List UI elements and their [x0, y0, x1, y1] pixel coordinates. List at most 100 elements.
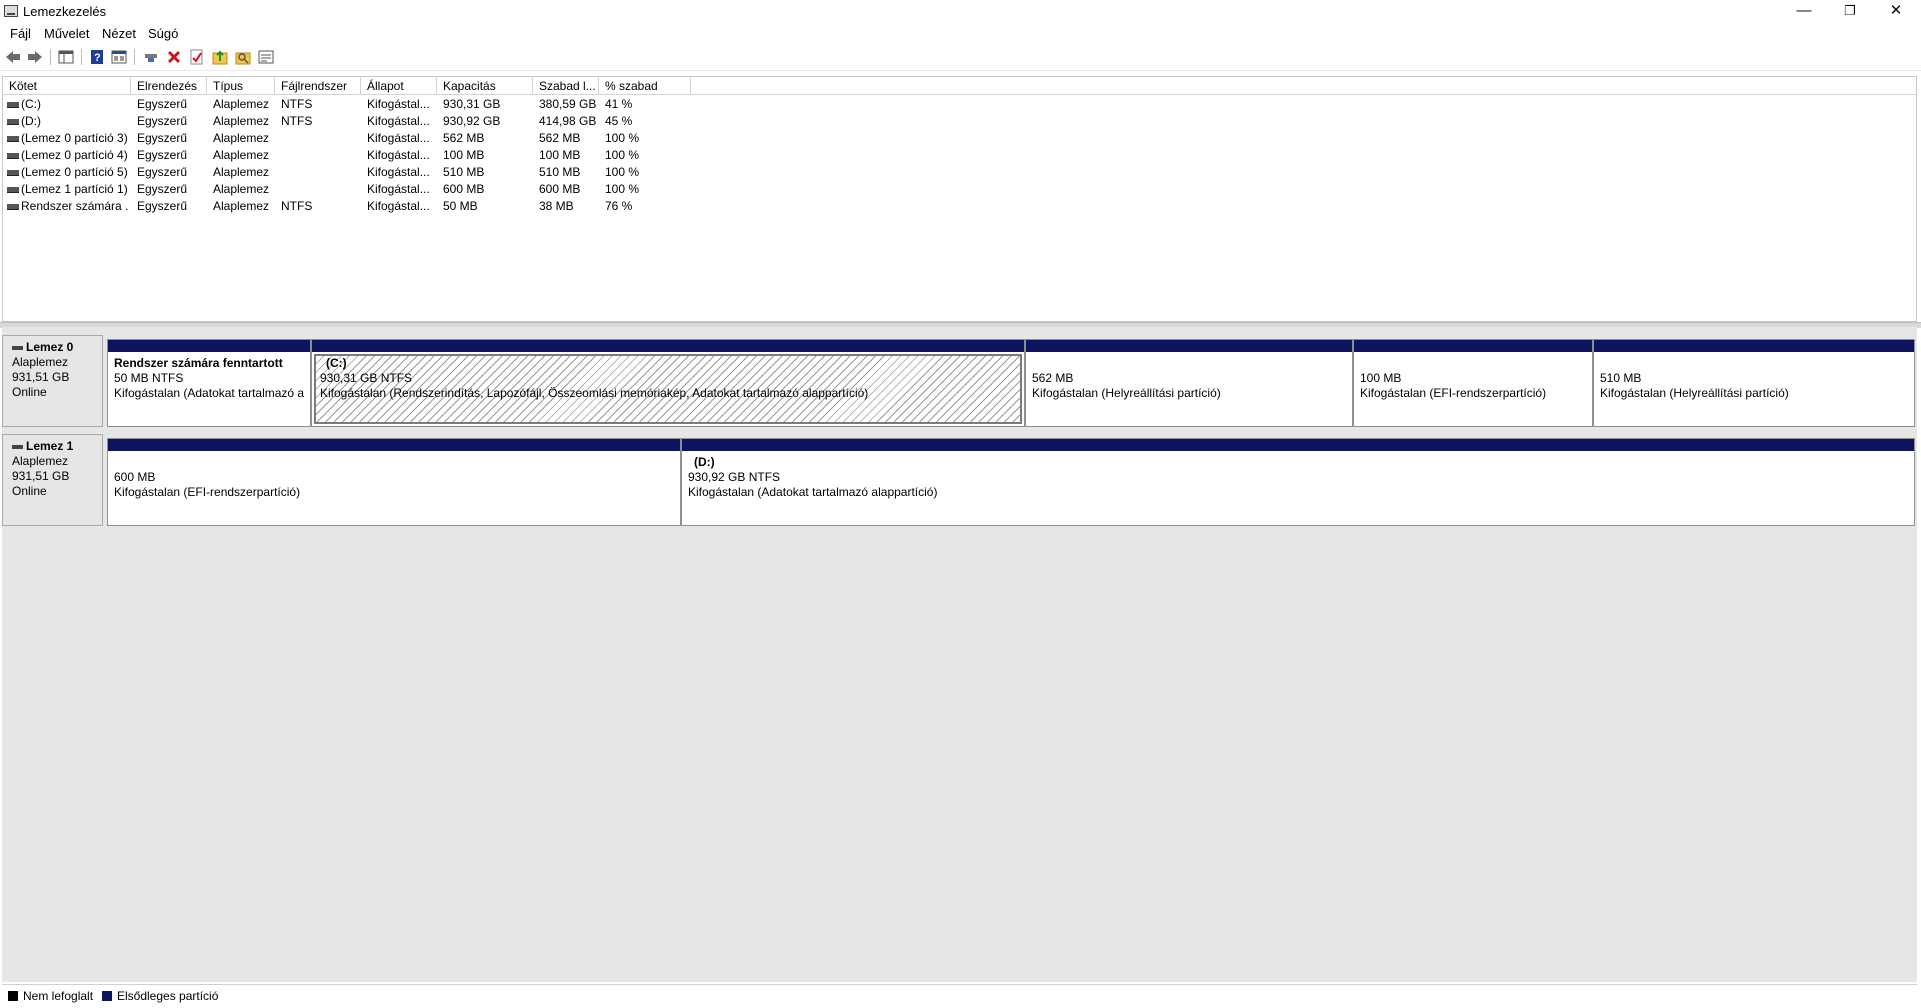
partition-title — [114, 455, 674, 470]
partition-system-reserved[interactable]: Rendszer számára fenntartott 50 MB NTFS … — [107, 339, 311, 427]
partition-title: (C:) — [326, 356, 347, 370]
back-icon[interactable] — [4, 48, 22, 66]
menu-file[interactable]: Fájl — [10, 26, 31, 41]
volume-icon — [7, 102, 19, 108]
title-bar: Lemezkezelés — ❐ ✕ — [0, 0, 1921, 24]
legend: Nem lefoglalt Elsődleges partíció — [2, 984, 1917, 1007]
partition-size: 50 MB NTFS — [114, 371, 184, 385]
partition-status: Kifogástalan (EFI-rendszerpartíció) — [114, 485, 301, 499]
disk-icon — [12, 444, 23, 449]
table-row[interactable]: (D:) Egyszerű Alaplemez NTFS Kifogástal.… — [3, 113, 703, 130]
minimize-button[interactable]: — — [1781, 0, 1827, 24]
disk-0-name: Lemez 0 — [26, 340, 74, 354]
primary-partition-bar — [108, 439, 680, 451]
close-button[interactable]: ✕ — [1873, 0, 1919, 24]
console-tree-icon[interactable] — [57, 48, 75, 66]
disk-0-label[interactable]: Lemez 0 Alaplemez 931,51 GB Online — [2, 335, 103, 427]
menu-bar: Fájl Művelet Nézet Súgó — [0, 24, 1921, 44]
forward-icon[interactable] — [26, 48, 44, 66]
disk-1-label[interactable]: Lemez 1 Alaplemez 931,51 GB Online — [2, 434, 103, 526]
restore-button[interactable]: ❐ — [1827, 0, 1873, 24]
disk-1-name: Lemez 1 — [26, 439, 74, 453]
disk-management-app-icon — [4, 5, 18, 17]
disk-icon — [12, 345, 23, 350]
legend-unallocated: Nem lefoglalt — [23, 989, 94, 1003]
column-header-free-space[interactable]: Szabad l... — [533, 77, 599, 95]
partition-status: Kifogástalan (Adatokat tartalmazó a — [114, 386, 305, 400]
volume-icon — [7, 204, 19, 210]
table-row[interactable]: Rendszer számára ... Egyszerű Alaplemez … — [3, 198, 703, 215]
legend-primary-partition: Elsődleges partíció — [117, 989, 219, 1003]
partition-status: Kifogástalan (EFI-rendszerpartíció) — [1360, 386, 1547, 400]
properties-icon[interactable] — [110, 48, 128, 66]
partition-status: Kifogástalan (Adatokat tartalmazó alappa… — [688, 485, 938, 499]
primary-partition-bar — [1026, 340, 1352, 352]
window-title: Lemezkezelés — [23, 4, 107, 19]
partition-c[interactable]: (C:) 930,31 GB NTFS Kifogástalan (Rendsz… — [311, 339, 1025, 427]
volume-icon — [7, 119, 19, 125]
table-row[interactable]: (Lemez 0 partíció 4) Egyszerű Alaplemez … — [3, 147, 703, 164]
disk-1-size: 931,51 GB — [12, 469, 70, 483]
delete-icon[interactable] — [165, 48, 183, 66]
volume-icon — [7, 136, 19, 142]
column-header-volume[interactable]: Kötet — [3, 77, 131, 95]
menu-help[interactable]: Súgó — [148, 26, 178, 41]
table-row[interactable]: (Lemez 1 partíció 1) Egyszerű Alaplemez … — [3, 181, 703, 198]
view-icon[interactable] — [257, 48, 275, 66]
table-row[interactable]: (Lemez 0 partíció 5) Egyszerű Alaplemez … — [3, 164, 703, 181]
partition-disk0-5[interactable]: 510 MB Kifogástalan (Helyreállítási part… — [1593, 339, 1915, 427]
column-header-type[interactable]: Típus — [207, 77, 275, 95]
primary-partition-bar — [1354, 340, 1592, 352]
partition-title — [1032, 356, 1346, 371]
partition-disk1-1[interactable]: 600 MB Kifogástalan (EFI-rendszerpartíci… — [107, 438, 681, 526]
partition-title — [1360, 356, 1586, 371]
primary-partition-bar — [312, 340, 1024, 352]
unallocated-swatch — [8, 991, 18, 1001]
partition-title — [1600, 356, 1908, 371]
partition-size: 930,31 GB NTFS — [320, 371, 413, 385]
disk-graphical-view: Lemez 0 Alaplemez 931,51 GB Online Rends… — [2, 327, 1917, 982]
primary-partition-bar — [1594, 340, 1914, 352]
partition-status: Kifogástalan (Rendszerindítás, Lapozófáj… — [320, 386, 869, 400]
svg-text:?: ? — [94, 52, 101, 64]
disk-0-type: Alaplemez — [12, 355, 69, 369]
menu-view[interactable]: Nézet — [102, 26, 136, 41]
column-header-capacity[interactable]: Kapacitás — [437, 77, 533, 95]
volume-icon — [7, 153, 19, 159]
partition-status: Kifogástalan (Helyreállítási partíció) — [1032, 386, 1221, 400]
primary-partition-swatch — [102, 991, 112, 1001]
folder-up-icon[interactable] — [211, 48, 229, 66]
disk-1-type: Alaplemez — [12, 454, 69, 468]
toolbar: ? — [0, 45, 1921, 71]
column-header-status[interactable]: Állapot — [361, 77, 437, 95]
column-header-percent-free[interactable]: % szabad — [599, 77, 691, 95]
column-header-filesystem[interactable]: Fájlrendszer — [275, 77, 361, 95]
volume-icon — [7, 170, 19, 176]
partition-size: 930,92 GB NTFS — [688, 470, 781, 484]
table-row[interactable]: (Lemez 0 partíció 3) Egyszerű Alaplemez … — [3, 130, 703, 147]
help-icon[interactable]: ? — [88, 48, 106, 66]
partition-disk0-4[interactable]: 100 MB Kifogástalan (EFI-rendszerpartíci… — [1353, 339, 1593, 427]
primary-partition-bar — [108, 340, 310, 352]
column-header-layout[interactable]: Elrendezés — [131, 77, 207, 95]
table-row[interactable]: (C:) Egyszerű Alaplemez NTFS Kifogástal.… — [3, 96, 703, 113]
menu-action[interactable]: Művelet — [44, 26, 90, 41]
partition-title: Rendszer számára fenntartott — [114, 356, 283, 370]
disk-0-status: Online — [12, 385, 47, 399]
primary-partition-bar — [682, 439, 1914, 451]
folder-search-icon[interactable] — [234, 48, 252, 66]
partition-size: 100 MB — [1360, 371, 1402, 385]
partition-d[interactable]: (D:) 930,92 GB NTFS Kifogástalan (Adatok… — [681, 438, 1915, 526]
check-icon[interactable] — [188, 48, 206, 66]
volume-list: Kötet Elrendezés Típus Fájlrendszer Álla… — [2, 76, 1917, 322]
partition-title: (D:) — [694, 455, 715, 469]
connect-icon[interactable] — [142, 48, 160, 66]
volume-icon — [7, 187, 19, 193]
disk-1-status: Online — [12, 484, 47, 498]
partition-size: 600 MB — [114, 470, 156, 484]
disk-0-size: 931,51 GB — [12, 370, 70, 384]
partition-size: 510 MB — [1600, 371, 1642, 385]
partition-size: 562 MB — [1032, 371, 1074, 385]
partition-disk0-3[interactable]: 562 MB Kifogástalan (Helyreállítási part… — [1025, 339, 1353, 427]
partition-status: Kifogástalan (Helyreállítási partíció) — [1600, 386, 1789, 400]
